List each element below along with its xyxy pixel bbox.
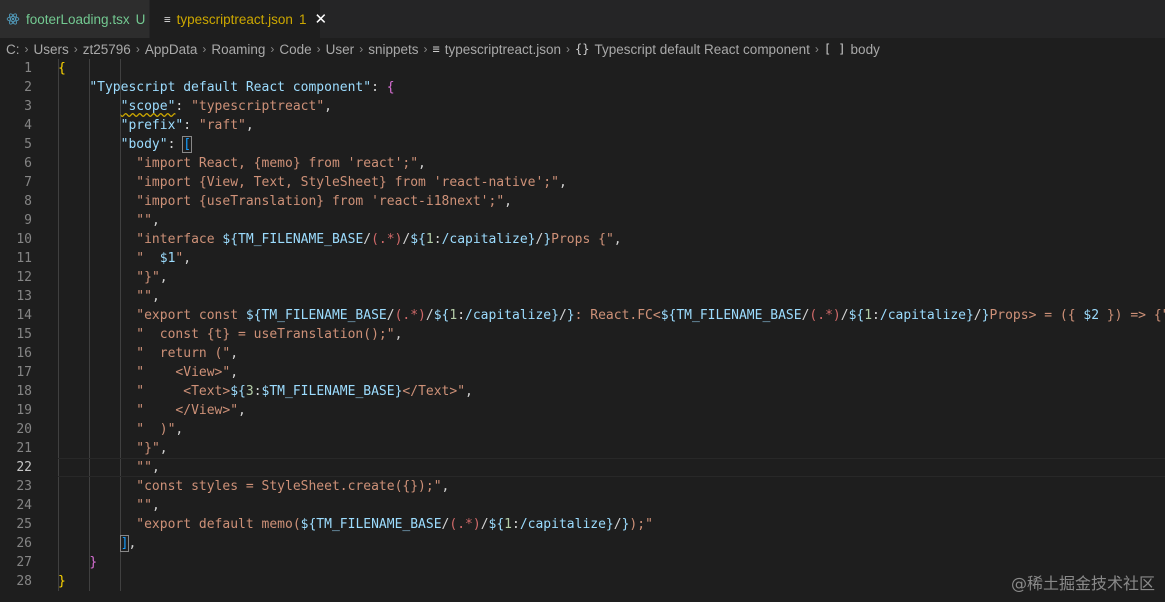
line-number: 19 (16, 403, 32, 418)
chevron-right-icon: › (270, 42, 275, 56)
editor-tab-bar: footerLoading.tsx U ≡ typescriptreact.js… (0, 0, 1165, 38)
line-number: 18 (16, 384, 32, 399)
line-number: 6 (24, 156, 32, 171)
file-lines-icon: ≡ (164, 13, 171, 26)
code-line[interactable]: "import {View, Text, StyleSheet} from 'r… (58, 173, 1165, 192)
code-line[interactable]: "export default memo(${TM_FILENAME_BASE/… (58, 515, 1165, 534)
line-number: 27 (16, 555, 32, 570)
code-line[interactable]: "interface ${TM_FILENAME_BASE/(.*)/${1:/… (58, 230, 1165, 249)
line-number: 26 (16, 536, 32, 551)
breadcrumb-item[interactable]: typescriptreact.json (445, 42, 561, 57)
code-line[interactable]: "", (58, 458, 1165, 477)
line-number: 28 (16, 574, 32, 589)
breadcrumb-item[interactable]: Roaming (211, 42, 265, 57)
code-line[interactable]: "import {useTranslation} from 'react-i18… (58, 192, 1165, 211)
line-number: 14 (16, 308, 32, 323)
code-line[interactable]: "export const ${TM_FILENAME_BASE/(.*)/${… (58, 306, 1165, 325)
code-line[interactable]: "scope": "typescriptreact", (58, 97, 1165, 116)
vscode-window: footerLoading.tsx U ≡ typescriptreact.js… (0, 0, 1165, 602)
breadcrumb-item[interactable]: zt25796 (83, 42, 131, 57)
code-line[interactable]: " <View>", (58, 363, 1165, 382)
breadcrumb-item[interactable]: Typescript default React component (594, 42, 809, 57)
line-number: 11 (16, 251, 32, 266)
line-number: 22 (16, 460, 32, 475)
line-number: 10 (16, 232, 32, 247)
breadcrumb-item[interactable]: AppData (145, 42, 198, 57)
line-number: 1 (24, 61, 32, 76)
code-line[interactable]: "Typescript default React component": { (58, 78, 1165, 97)
breadcrumb-item[interactable]: Users (34, 42, 69, 57)
chevron-right-icon: › (135, 42, 140, 56)
chevron-right-icon: › (423, 42, 428, 56)
code-line[interactable]: "prefix": "raft", (58, 116, 1165, 135)
code-line[interactable]: "body": [ (58, 135, 1165, 154)
tab-label: typescriptreact.json (176, 12, 293, 27)
code-line[interactable]: " </View>", (58, 401, 1165, 420)
code-line[interactable]: "", (58, 496, 1165, 515)
code-line[interactable]: "const styles = StyleSheet.create({});", (58, 477, 1165, 496)
code-line[interactable]: " $1", (58, 249, 1165, 268)
watermark: @稀土掘金技术社区 (1010, 574, 1155, 593)
code-line[interactable]: " )", (58, 420, 1165, 439)
react-icon (6, 13, 20, 25)
code-line[interactable]: "", (58, 211, 1165, 230)
line-number: 20 (16, 422, 32, 437)
line-number: 23 (16, 479, 32, 494)
brackets-icon: [ ] (823, 42, 846, 56)
code-content[interactable]: { "Typescript default React component": … (58, 59, 1165, 591)
line-number: 12 (16, 270, 32, 285)
line-number: 5 (24, 137, 32, 152)
git-untracked-badge: U (135, 11, 146, 27)
tab-label: footerLoading.tsx (26, 11, 130, 27)
code-line[interactable]: " const {t} = useTranslation();", (58, 325, 1165, 344)
chevron-right-icon: › (73, 42, 78, 56)
chevron-right-icon: › (316, 42, 321, 56)
braces-icon: {} (575, 42, 590, 56)
line-number: 4 (24, 118, 32, 133)
breadcrumb-item[interactable]: User (326, 42, 355, 57)
breadcrumb-item[interactable]: body (851, 42, 880, 57)
close-icon[interactable]: ✕ (314, 12, 327, 27)
line-number: 3 (24, 99, 32, 114)
tab-footer-loading[interactable]: footerLoading.tsx U (0, 0, 150, 38)
line-number: 9 (24, 213, 32, 228)
code-line[interactable]: } (58, 572, 1165, 591)
code-line[interactable]: ], (58, 534, 1165, 553)
chevron-right-icon: › (202, 42, 207, 56)
tab-typescriptreact-json[interactable]: ≡ typescriptreact.json 1 ✕ (150, 0, 327, 38)
breadcrumb-item[interactable]: snippets (368, 42, 418, 57)
code-line[interactable]: { (58, 59, 1165, 78)
line-number: 2 (24, 80, 32, 95)
line-number: 25 (16, 517, 32, 532)
line-number: 24 (16, 498, 32, 513)
code-editor[interactable]: 1 2 3 4 5 6 7 8 9 10 11 12 13 14 15 16 17 18 19 20 21 22 23 24 2… (0, 59, 1165, 602)
line-number: 16 (16, 346, 32, 361)
line-number: 21 (16, 441, 32, 456)
file-lines-icon: ≡ (432, 42, 440, 56)
breadcrumb: C: › Users › zt25796 › AppData › Roaming… (0, 38, 1165, 60)
line-number: 15 (16, 327, 32, 342)
line-number: 8 (24, 194, 32, 209)
problems-count-badge: 1 (298, 12, 307, 27)
chevron-right-icon: › (24, 42, 29, 56)
chevron-right-icon: › (814, 42, 819, 56)
code-line[interactable]: " return (", (58, 344, 1165, 363)
line-number: 17 (16, 365, 32, 380)
chevron-right-icon: › (566, 42, 571, 56)
code-line[interactable]: "import React, {memo} from 'react';", (58, 154, 1165, 173)
breadcrumb-item[interactable]: Code (279, 42, 311, 57)
chevron-right-icon: › (359, 42, 364, 56)
code-line[interactable]: } (58, 553, 1165, 572)
code-line[interactable]: " <Text>${3:$TM_FILENAME_BASE}</Text>", (58, 382, 1165, 401)
line-number-gutter: 1 2 3 4 5 6 7 8 9 10 11 12 13 14 15 16 17 18 19 20 21 22 23 24 2… (0, 59, 40, 591)
breadcrumb-item[interactable]: C: (6, 42, 20, 57)
code-line[interactable]: "", (58, 287, 1165, 306)
code-line[interactable]: "}", (58, 268, 1165, 287)
line-number: 13 (16, 289, 32, 304)
line-number: 7 (24, 175, 32, 190)
code-line[interactable]: "}", (58, 439, 1165, 458)
